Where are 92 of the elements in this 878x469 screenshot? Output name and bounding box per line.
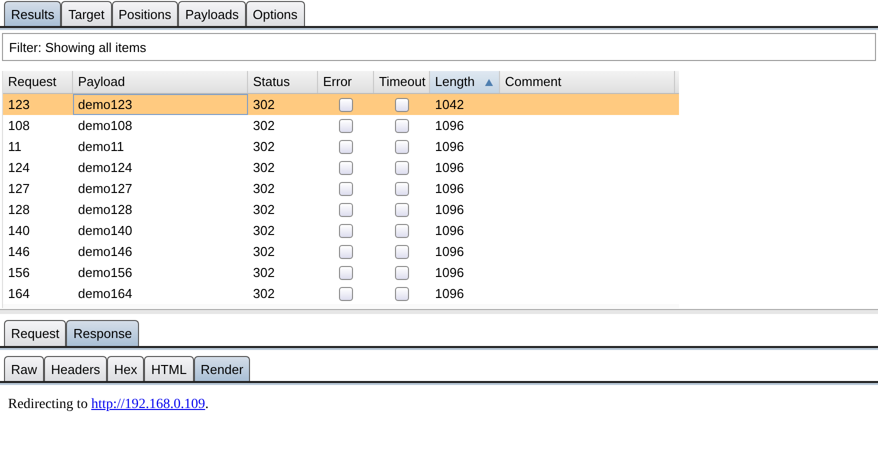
tab[interactable]: Payloads (178, 1, 246, 26)
table-row[interactable]: 127 demo127 302 1096 (3, 178, 679, 199)
table-cell-text: 302 (252, 201, 276, 219)
table-cell-text: demo140 (77, 222, 134, 240)
table-cell-text: 302 (252, 117, 276, 135)
table-row[interactable]: 140 demo140 302 1096 (3, 220, 679, 241)
timeout-checkbox[interactable] (395, 266, 409, 280)
column-header[interactable]: Request (3, 71, 73, 93)
error-checkbox[interactable] (339, 98, 353, 112)
table-cell-text: 302 (252, 243, 276, 261)
table-cell-text: 302 (252, 264, 276, 282)
table-row[interactable]: 11 demo11 302 1096 (3, 136, 679, 157)
redirect-link[interactable]: http://192.168.0.109 (91, 397, 206, 412)
table-cell-text: 1096 (434, 138, 465, 156)
column-header[interactable]: Comment (500, 71, 675, 93)
error-checkbox[interactable] (339, 140, 353, 154)
table-cell-text: 1096 (434, 222, 465, 240)
table-cell-text: 1042 (434, 96, 465, 114)
error-checkbox[interactable] (339, 244, 353, 258)
table-cell-text: 123 (7, 96, 31, 114)
table-cell-text: 108 (7, 117, 31, 135)
error-checkbox[interactable] (339, 224, 353, 238)
column-header[interactable]: Payload (73, 71, 248, 93)
error-checkbox[interactable] (339, 286, 353, 300)
column-header[interactable]: Length (430, 71, 500, 93)
table-cell-text: 302 (252, 285, 276, 303)
tab[interactable]: Raw (4, 356, 44, 381)
table-cell-text: demo127 (77, 180, 134, 198)
table-row[interactable]: 123 demo123 302 1042 (3, 94, 679, 115)
table-cell-text: 164 (7, 285, 31, 303)
table-cell-text: 140 (7, 222, 31, 240)
table-cell-text: 11 (7, 138, 22, 156)
table-cell-text: 128 (7, 201, 31, 219)
error-checkbox[interactable] (339, 202, 353, 216)
redirect-message: Redirecting to http://192.168.0.109. (8, 397, 210, 413)
tab[interactable]: Render (194, 356, 250, 381)
tab[interactable]: Hex (107, 356, 144, 381)
table-cell-text: 124 (7, 159, 31, 177)
tab[interactable]: Request (4, 320, 66, 346)
table-cell-text: 146 (7, 243, 31, 261)
tab[interactable]: HTML (144, 356, 194, 381)
column-header[interactable]: Status (248, 71, 318, 93)
table-cell-text: 302 (252, 222, 276, 240)
timeout-checkbox[interactable] (395, 224, 409, 238)
tab[interactable]: Positions (112, 1, 178, 26)
error-checkbox[interactable] (339, 266, 353, 280)
timeout-checkbox[interactable] (395, 140, 409, 154)
table-cell-text: 1096 (434, 243, 465, 261)
tab[interactable]: Results (4, 1, 62, 26)
sort-ascending-icon (485, 78, 493, 86)
error-checkbox[interactable] (339, 118, 353, 132)
column-header[interactable]: Error (318, 71, 374, 93)
timeout-checkbox[interactable] (395, 118, 409, 132)
table-cell-text: 127 (7, 180, 31, 198)
table-row[interactable]: 156 demo156 302 1096 (3, 262, 679, 283)
table-cell-text: demo108 (77, 117, 134, 135)
filter-bar[interactable]: Filter: Showing all items (2, 33, 876, 61)
table-cell-text: demo164 (77, 285, 134, 303)
table-cell-text: 302 (252, 159, 276, 177)
timeout-checkbox[interactable] (395, 182, 409, 196)
timeout-checkbox[interactable] (395, 160, 409, 174)
table-cell-text: demo124 (77, 159, 134, 177)
timeout-checkbox[interactable] (395, 286, 409, 300)
table-cell-text: demo11 (77, 138, 126, 156)
timeout-checkbox[interactable] (395, 244, 409, 258)
table-row[interactable]: 124 demo124 302 1096 (3, 157, 679, 178)
table-cell: demo123 (73, 94, 248, 115)
table-row[interactable]: 146 demo146 302 1096 (3, 241, 679, 262)
table-row[interactable]: 164 demo164 302 1096 (3, 283, 679, 304)
table-cell-text: demo156 (77, 264, 134, 282)
table-cell-text: 1096 (434, 180, 465, 198)
table-cell-text: 156 (7, 264, 31, 282)
timeout-checkbox[interactable] (395, 202, 409, 216)
table-cell-text: 302 (252, 138, 276, 156)
error-checkbox[interactable] (339, 160, 353, 174)
table-cell-text: 302 (252, 180, 276, 198)
table-cell-text: 1096 (434, 201, 465, 219)
table-row[interactable]: 128 demo128 302 1096 (3, 199, 679, 220)
table-cell-text: 1096 (434, 264, 465, 282)
tab[interactable]: Response (66, 320, 139, 346)
tab[interactable]: Target (61, 1, 112, 26)
tab[interactable]: Options (246, 1, 305, 26)
table-cell-text: 1096 (434, 285, 465, 303)
table-cell-text: demo146 (77, 243, 134, 261)
table-cell-text: demo128 (77, 201, 134, 219)
error-checkbox[interactable] (339, 182, 353, 196)
table-cell-text: 1096 (434, 159, 465, 177)
table-cell-text: 302 (252, 96, 276, 114)
timeout-checkbox[interactable] (395, 98, 409, 112)
table-cell-text: 1096 (434, 117, 465, 135)
table-row[interactable]: 108 demo108 302 1096 (3, 115, 679, 136)
tab[interactable]: Headers (44, 356, 108, 381)
